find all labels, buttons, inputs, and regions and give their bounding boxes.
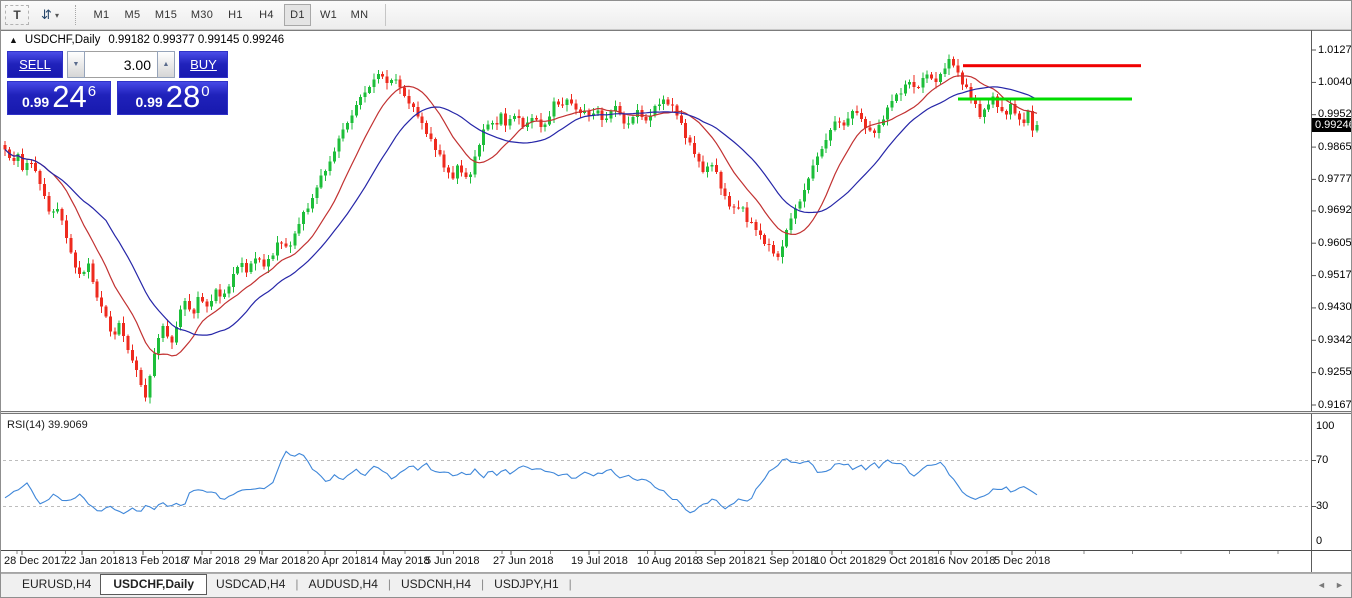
- timeframe-button-group: M1M5M15M30H1H4D1W1MN: [88, 4, 377, 26]
- sell-price-prefix: 0.99: [22, 94, 49, 110]
- date-tick-label: 29 Mar 2018: [244, 555, 306, 567]
- rsi-tick-label: 70: [1316, 454, 1328, 466]
- date-tick-label: 5 Jun 2018: [425, 555, 479, 567]
- symbol-period-label: USDCHF,Daily: [25, 34, 100, 46]
- timeframe-button-m15[interactable]: M15: [150, 4, 182, 26]
- price-tick-label: 0.91675: [1318, 399, 1352, 411]
- price-tick-label: 0.98650: [1318, 141, 1352, 153]
- ohlc-values: 0.99182 0.99377 0.99145 0.99246: [108, 34, 284, 46]
- sell-price-display[interactable]: 0.99 24 6: [7, 81, 111, 115]
- toolbar-separator: [385, 4, 386, 26]
- timeframe-button-m1[interactable]: M1: [88, 4, 115, 26]
- text-tool-button[interactable]: T: [5, 5, 29, 25]
- terminal-window: T ⇵ ▾ M1M5M15M30H1H4D1W1MN ▲ USDCHF,Dail…: [0, 0, 1352, 598]
- price-tick-label: 0.93425: [1318, 334, 1352, 346]
- price-tick-label: 1.00400: [1318, 76, 1352, 88]
- date-tick-label: 5 Dec 2018: [994, 555, 1050, 567]
- date-tick-label: 14 May 2018: [366, 555, 430, 567]
- chart-tab-usdchf[interactable]: USDCHF,Daily: [100, 574, 207, 595]
- price-tick-label: 0.96925: [1318, 204, 1352, 216]
- volume-decrease-button[interactable]: ▼: [67, 51, 85, 78]
- rsi-frame-bottom: [1, 550, 1352, 551]
- rsi-tick-label: 30: [1316, 500, 1328, 512]
- date-tick-label: 7 Mar 2018: [184, 555, 240, 567]
- timeframe-button-m5[interactable]: M5: [119, 4, 146, 26]
- date-tick-label: 10 Oct 2018: [814, 555, 874, 567]
- date-tick-label: 20 Apr 2018: [307, 555, 366, 567]
- price-tick-label: 0.92550: [1318, 366, 1352, 378]
- sell-price-big: 24: [52, 82, 86, 112]
- chart-tab-usdjpy[interactable]: USDJPY,H1: [485, 574, 567, 594]
- date-tick-label: 10 Aug 2018: [637, 555, 699, 567]
- price-tick-label: 0.95175: [1318, 269, 1352, 281]
- collapse-panel-icon[interactable]: ▲: [9, 35, 18, 45]
- date-tick-label: 29 Oct 2018: [874, 555, 934, 567]
- tab-separator: |: [568, 574, 573, 594]
- tab-scroll-left-icon[interactable]: ◄: [1317, 580, 1326, 590]
- rsi-tick-label: 100: [1316, 420, 1334, 432]
- chart-tab-usdcad[interactable]: USDCAD,H4: [207, 574, 294, 594]
- date-tick-label: 13 Feb 2018: [125, 555, 187, 567]
- rsi-indicator-label: RSI(14) 39.9069: [7, 419, 88, 431]
- timeframe-button-h4[interactable]: H4: [253, 4, 280, 26]
- date-tick-label: 21 Sep 2018: [754, 555, 816, 567]
- arrows-icon: ⇵: [41, 7, 52, 23]
- price-tick-label: 0.96050: [1318, 237, 1352, 249]
- price-axis-divider: [1311, 30, 1312, 572]
- price-tick-label: 0.94300: [1318, 301, 1352, 313]
- buy-price-display[interactable]: 0.99 28 0: [117, 81, 228, 115]
- price-tick-label: 0.97775: [1318, 173, 1352, 185]
- timeframe-button-h1[interactable]: H1: [222, 4, 249, 26]
- buy-price-sup: 0: [201, 83, 209, 100]
- sell-button[interactable]: SELL: [7, 51, 63, 78]
- timeframe-button-d1[interactable]: D1: [284, 4, 311, 26]
- chart-tab-eurusd[interactable]: EURUSD,H4: [13, 574, 100, 594]
- one-click-trade-panel: SELL ▼ ▲ BUY 0.99 24 6 0.99 28 0: [7, 51, 228, 115]
- buy-price-prefix: 0.99: [135, 94, 162, 110]
- current-price-tag: 0.99246: [1312, 118, 1352, 132]
- rsi-tick-label: 0: [1316, 535, 1322, 547]
- price-tick-label: 1.01275: [1318, 44, 1352, 56]
- date-tick-label: 22 Jan 2018: [64, 555, 125, 567]
- volume-increase-button[interactable]: ▲: [157, 51, 175, 78]
- date-tick-label: 16 Nov 2018: [933, 555, 995, 567]
- date-tick-label: 28 Dec 2017: [4, 555, 66, 567]
- date-tick-label: 3 Sep 2018: [697, 555, 753, 567]
- chart-title: ▲ USDCHF,Daily 0.99182 0.99377 0.99145 0…: [9, 34, 284, 46]
- toolbar: T ⇵ ▾ M1M5M15M30H1H4D1W1MN: [1, 1, 1352, 30]
- buy-price-big: 28: [166, 82, 200, 112]
- sell-price-sup: 6: [88, 83, 96, 100]
- tab-scroll-right-icon[interactable]: ►: [1335, 580, 1344, 590]
- rsi-indicator-plot[interactable]: [2, 414, 1311, 550]
- toolbar-grip[interactable]: [75, 5, 80, 25]
- date-tick-label: 27 Jun 2018: [493, 555, 554, 567]
- timeframe-button-mn[interactable]: MN: [346, 4, 373, 26]
- volume-input[interactable]: [85, 51, 157, 78]
- timeframe-button-m30[interactable]: M30: [186, 4, 218, 26]
- timeframe-button-w1[interactable]: W1: [315, 4, 342, 26]
- chart-tab-bar: ◄ ► EURUSD,H4USDCHF,DailyUSDCAD,H4 | AUDUS…: [1, 573, 1352, 598]
- chart-tab-usdcnh[interactable]: USDCNH,H4: [392, 574, 480, 594]
- chevron-down-icon: ▾: [55, 11, 59, 20]
- buy-button[interactable]: BUY: [179, 51, 228, 78]
- cursor-mode-button[interactable]: ⇵ ▾: [33, 4, 67, 26]
- chart-tab-audusd[interactable]: AUDUSD,H4: [300, 574, 387, 594]
- date-tick-label: 19 Jul 2018: [571, 555, 628, 567]
